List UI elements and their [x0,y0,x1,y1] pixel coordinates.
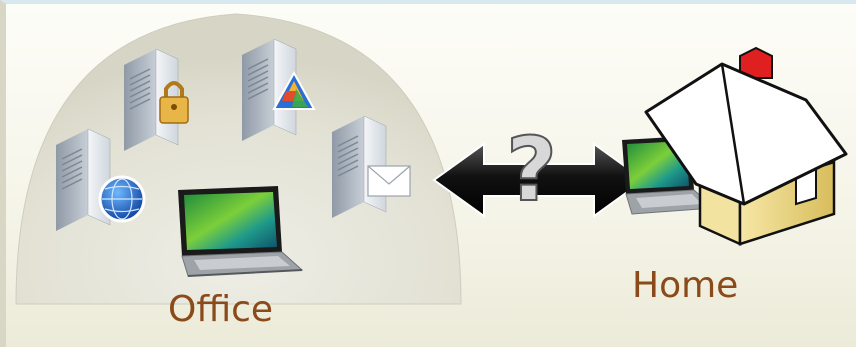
home-label: Home [632,265,739,306]
house-icon [644,46,848,246]
connection-question-mark: ? [505,118,558,221]
office-label: Office [168,289,274,330]
diagram-canvas: ? Office Home [0,0,856,347]
